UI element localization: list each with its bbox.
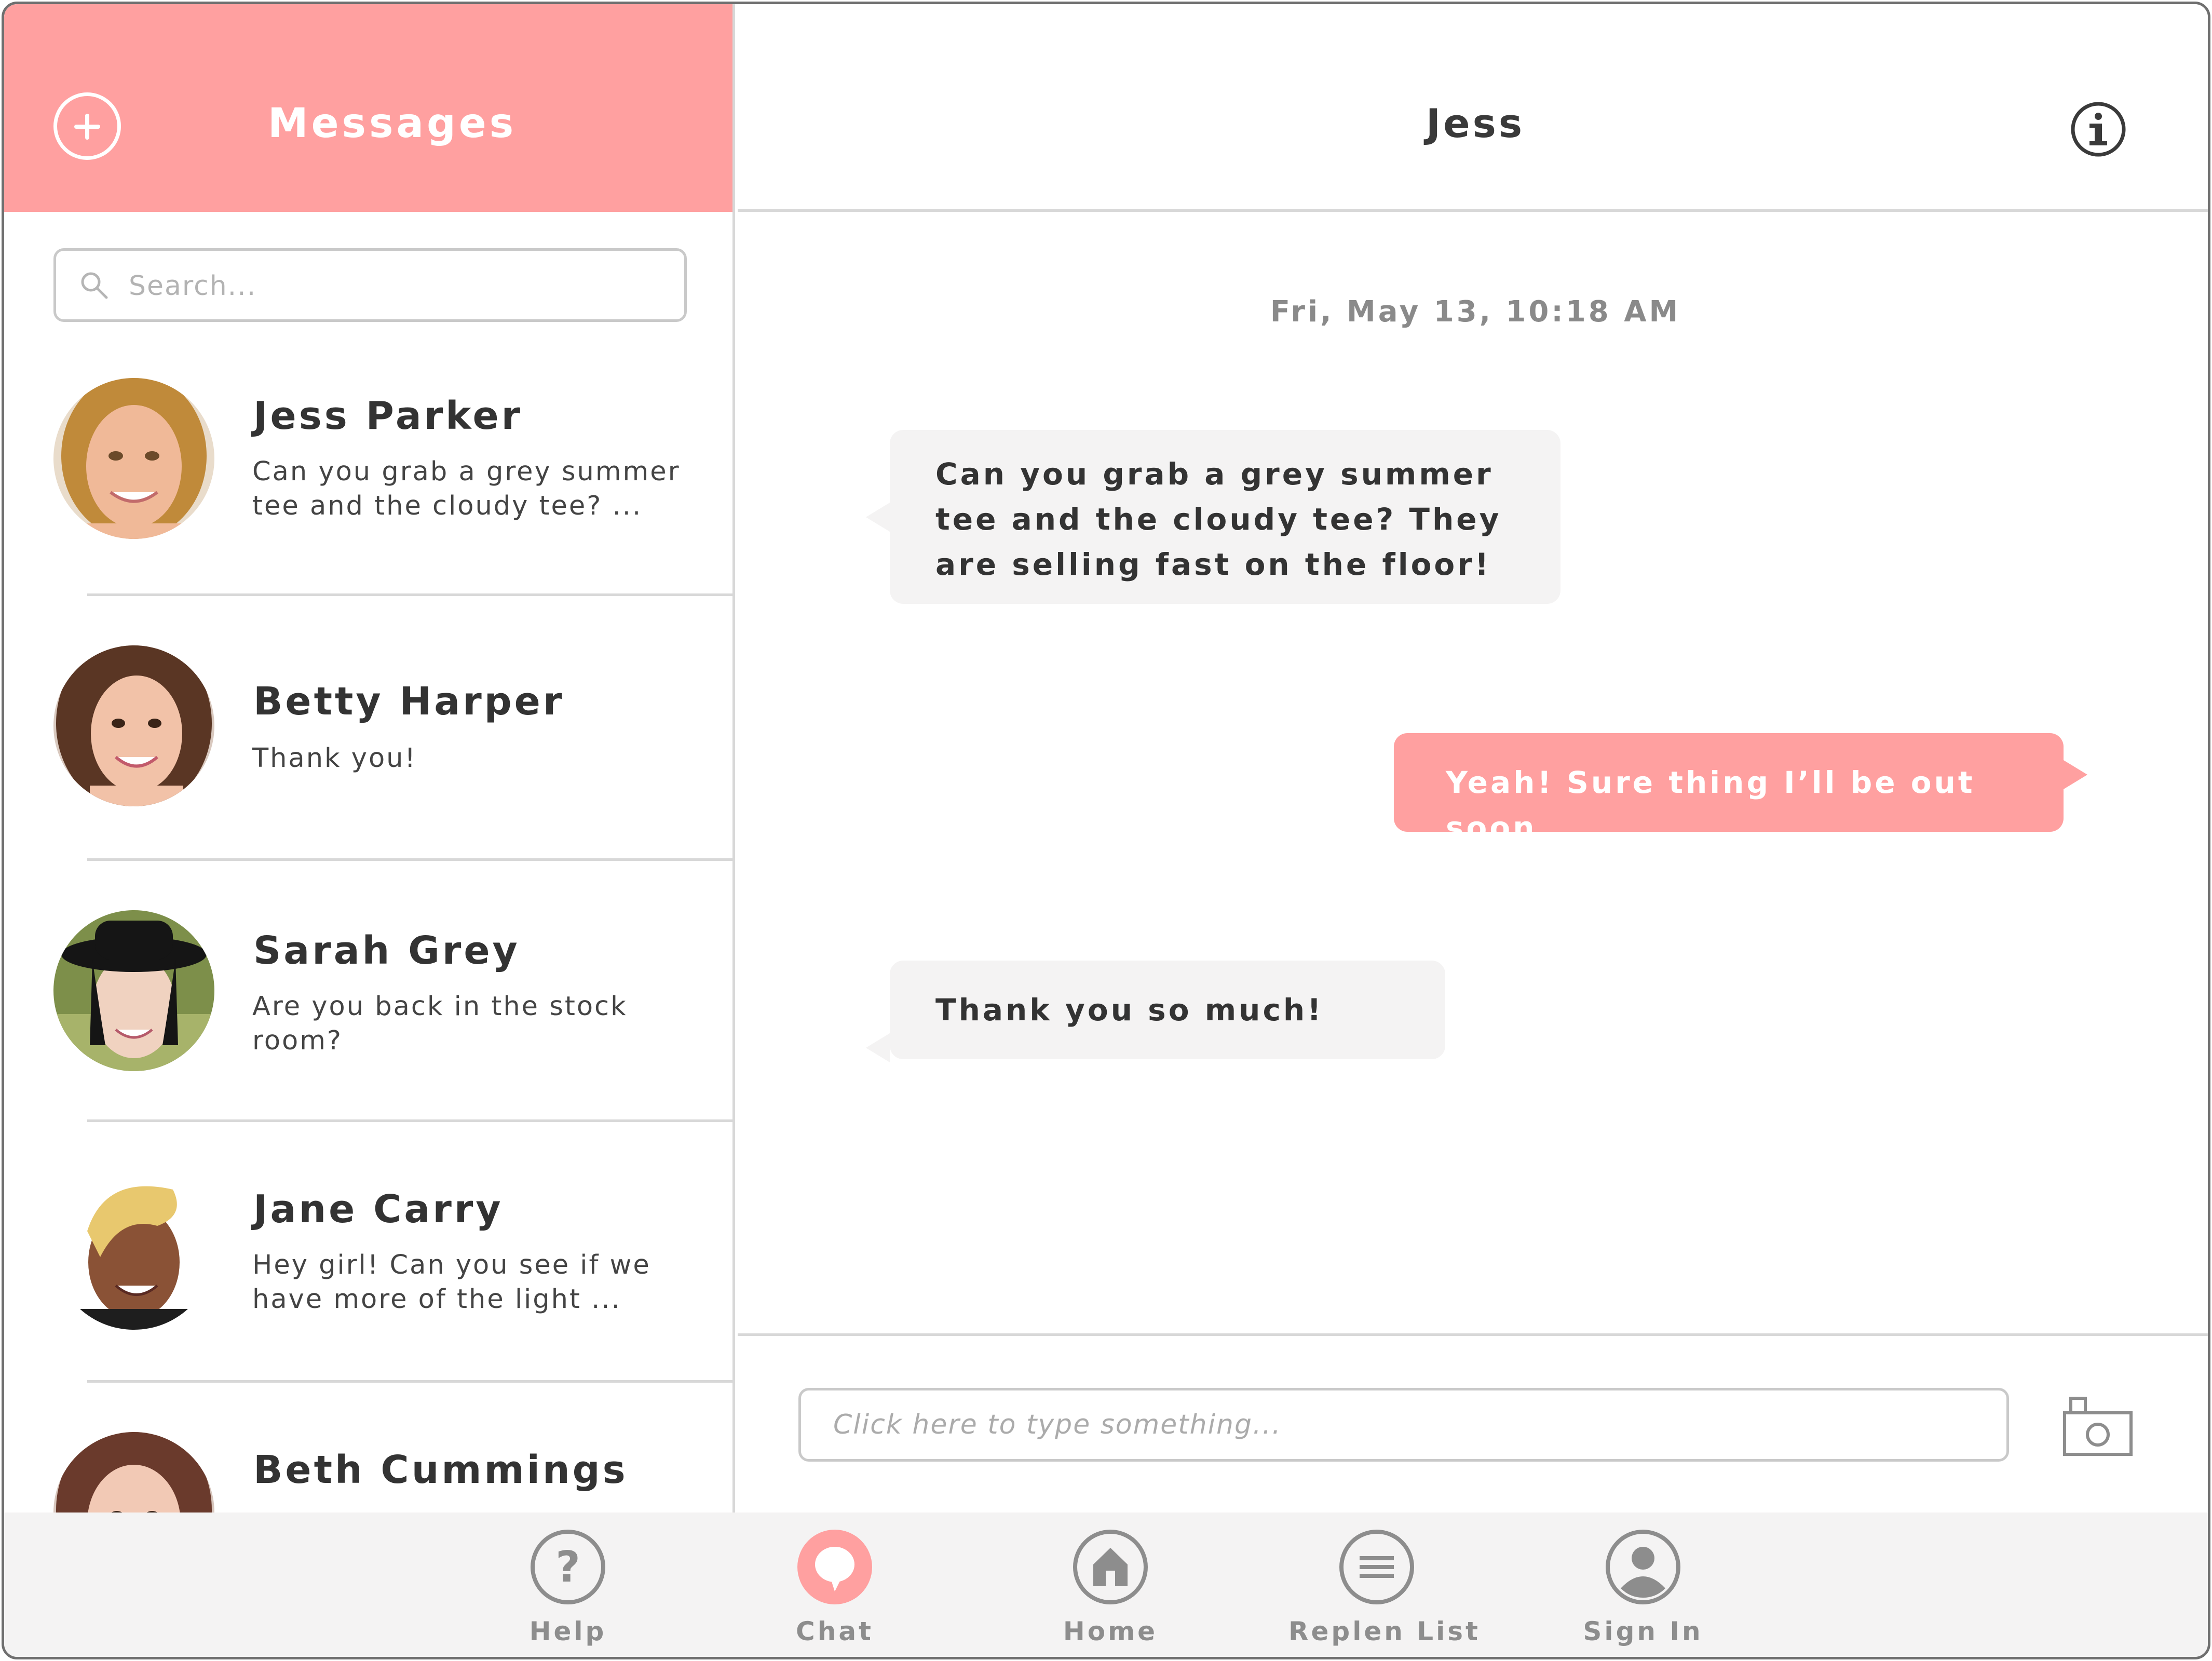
tab-label: Help [529, 1616, 607, 1646]
conversation-preview: Thank you! [252, 743, 417, 774]
tab-label: Chat [796, 1616, 874, 1646]
camera-icon[interactable] [2061, 1393, 2134, 1458]
list-icon [1339, 1530, 1414, 1604]
chat-icon [797, 1530, 872, 1604]
svg-text:?: ? [555, 1543, 580, 1592]
conversation-name: Betty Harper [253, 679, 565, 724]
conversation-item-sarah-grey[interactable]: Sarah Grey Are you back in the stock roo… [4, 861, 732, 1123]
app-window: Messages Jess Parke [2, 2, 2210, 1659]
conversation-item-betty-harper[interactable]: Betty Harper Thank you! [4, 596, 732, 858]
search-box[interactable] [53, 248, 687, 322]
home-icon [1073, 1530, 1148, 1604]
tab-label: Sign In [1583, 1616, 1703, 1646]
conversation-preview: Can you grab a grey summer tee and the c… [252, 456, 681, 521]
conversation-name: Jane Carry [253, 1187, 504, 1232]
tab-chat[interactable]: Chat [772, 1513, 970, 1657]
conversation-item-beth-cummings[interactable]: Beth Cummings [4, 1383, 732, 1513]
tab-label: Home [1063, 1616, 1158, 1646]
conversation-item-jane-carry[interactable]: Jane Carry Hey girl! Can you see if we h… [4, 1122, 732, 1384]
search-input[interactable] [129, 266, 669, 306]
search-icon [81, 272, 108, 299]
avatar [53, 1169, 214, 1330]
sidebar-title: Messages [268, 100, 517, 147]
chat-header: Jess [738, 4, 2208, 212]
tab-replen-list[interactable]: Replen List [1288, 1513, 1481, 1657]
bottom-tab-bar: ? Help Chat Home Replen List Sign In [4, 1513, 2208, 1657]
tab-help[interactable]: ? Help [506, 1513, 703, 1657]
avatar [53, 1432, 214, 1513]
conversation-item-jess-parker[interactable]: Jess Parker Can you grab a grey summer t… [4, 336, 732, 599]
conversation-sidebar: Messages Jess Parke [4, 4, 735, 1513]
message-composer [738, 1333, 2208, 1513]
conversation-preview: Are you back in the stock room? [252, 991, 628, 1056]
sidebar-header: Messages [4, 4, 732, 212]
chat-title: Jess [1426, 100, 1525, 146]
tab-label: Replen List [1288, 1616, 1481, 1646]
message-bubble-outgoing: Yeah! Sure thing I’ll be out soon. [1394, 733, 2087, 845]
conversation-preview: Hey girl! Can you see if we have more of… [252, 1250, 651, 1315]
message-timestamp: Fri, May 13, 10:18 AM [1270, 295, 1681, 329]
info-icon[interactable] [2070, 101, 2127, 158]
message-input[interactable] [798, 1388, 2009, 1462]
help-icon: ? [531, 1530, 605, 1604]
conversation-name: Jess Parker [253, 394, 523, 438]
avatar [53, 645, 214, 806]
message-bubble-incoming: Thank you so much! [866, 961, 1445, 1062]
message-bubble-incoming: Can you grab a grey summer tee and the c… [866, 430, 1560, 604]
tab-sign-in[interactable]: Sign In [1581, 1513, 1778, 1657]
conversation-name: Beth Cummings [253, 1448, 628, 1492]
conversation-name: Sarah Grey [253, 928, 520, 973]
user-icon [1606, 1530, 1680, 1604]
chat-pane: Jess Fri, May 13, 10:18 AM Can you grab … [738, 4, 2208, 1513]
tab-home[interactable]: Home [1048, 1513, 1245, 1657]
new-message-button[interactable] [53, 92, 121, 160]
avatar [53, 910, 214, 1071]
avatar [53, 378, 214, 539]
